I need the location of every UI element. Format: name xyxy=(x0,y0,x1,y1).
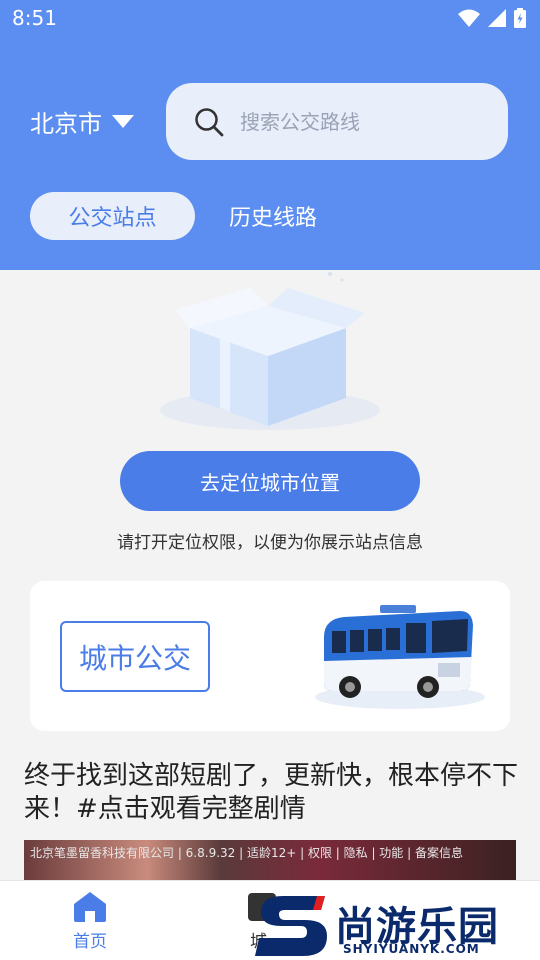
ad-info-text: 北京笔墨留香科技有限公司 | 6.8.9.32 | 适龄12+ | 权限 | 隐… xyxy=(30,846,463,860)
search-icon xyxy=(195,107,224,136)
signal-icon xyxy=(488,9,506,27)
nav-item-home[interactable]: 首页 xyxy=(50,891,130,952)
watermark-s-icon xyxy=(255,896,327,956)
status-bar: 8:51 xyxy=(0,0,540,36)
tab-history-routes[interactable]: 历史线路 xyxy=(229,192,317,240)
city-name: 北京市 xyxy=(30,110,102,138)
battery-icon xyxy=(514,8,526,28)
ad-title[interactable]: 终于找到这部短剧了，更新快，根本停不下来！#点击观看完整剧情 xyxy=(24,760,524,826)
status-icons xyxy=(458,8,526,28)
caret-down-icon xyxy=(112,114,134,128)
ad-banner[interactable]: 北京笔墨留香科技有限公司 | 6.8.9.32 | 适龄12+ | 权限 | 隐… xyxy=(24,840,516,880)
nav-home-label: 首页 xyxy=(73,932,107,952)
city-bus-card[interactable]: 城市公交 xyxy=(30,581,510,731)
status-time: 8:51 xyxy=(12,6,57,30)
city-bus-label: 城市公交 xyxy=(60,621,210,692)
watermark-logo: 尚游乐园 SHYIYUANYK.COM xyxy=(255,892,540,960)
city-selector[interactable]: 北京市 xyxy=(30,104,134,139)
permission-hint: 请打开定位权限，以便为你展示站点信息 xyxy=(117,533,423,553)
bus-illustration xyxy=(315,605,485,709)
home-icon xyxy=(74,892,106,922)
locate-city-button[interactable]: 去定位城市位置 xyxy=(120,451,420,511)
tab-bus-stops[interactable]: 公交站点 xyxy=(30,192,195,240)
search-input[interactable] xyxy=(240,109,470,134)
empty-box-illustration xyxy=(160,272,380,430)
search-box[interactable] xyxy=(166,83,508,160)
tab-bar: 公交站点 历史线路 xyxy=(30,192,317,240)
watermark-url: SHYIYUANYK.COM xyxy=(343,942,480,956)
wifi-icon xyxy=(458,9,480,27)
